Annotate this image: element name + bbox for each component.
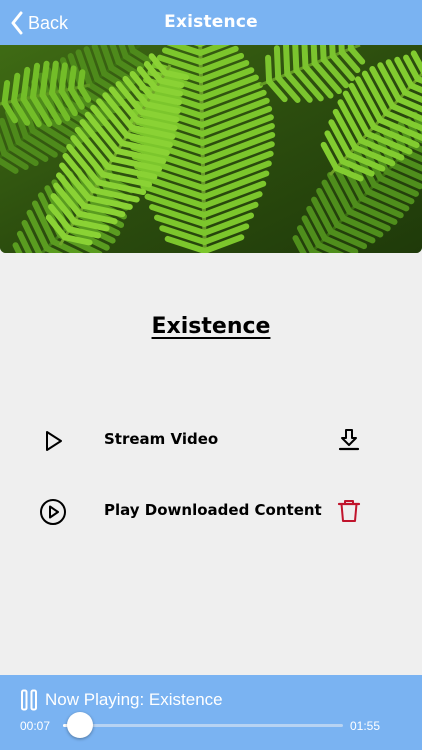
hero-image (0, 45, 422, 253)
content-title: Existence (151, 314, 271, 339)
total-time: 01:55 (350, 719, 381, 733)
play-circle-icon (38, 497, 68, 527)
stream-video-row[interactable]: Stream Video (0, 415, 422, 465)
stream-video-label: Stream Video (104, 430, 219, 448)
elapsed-time: 00:07 (20, 719, 51, 733)
navigation-bar: Back Existence (0, 0, 422, 45)
nav-title: Existence (164, 12, 258, 32)
download-icon[interactable] (335, 426, 363, 454)
pause-icon[interactable] (20, 689, 38, 711)
fern-image (0, 45, 422, 253)
trash-icon[interactable] (335, 497, 363, 525)
play-downloaded-label: Play Downloaded Content (104, 501, 322, 519)
screen: Back Existence Existence Stream Video Pl… (0, 0, 422, 750)
play-downloaded-row[interactable]: Play Downloaded Content (0, 486, 422, 536)
player-bar: Now Playing: Existence 00:07 01:55 (0, 675, 422, 750)
play-icon (38, 426, 68, 456)
now-playing-label: Now Playing: Existence (45, 690, 223, 709)
progress-slider[interactable] (63, 712, 343, 738)
progress-thumb[interactable] (66, 712, 93, 738)
